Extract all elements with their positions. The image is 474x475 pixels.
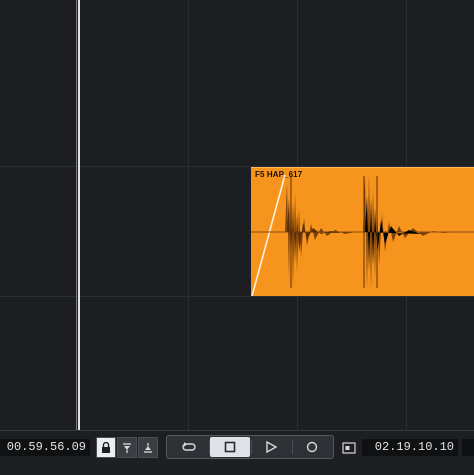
record-button[interactable] — [292, 437, 332, 457]
clip-name: F5 HAP_617 — [255, 170, 303, 179]
transport-controls — [166, 435, 334, 459]
playhead-shadow — [76, 0, 77, 430]
play-icon — [266, 441, 277, 453]
play-button[interactable] — [251, 437, 291, 457]
cycle-icon — [182, 442, 196, 451]
punch-out-icon — [144, 442, 152, 453]
punch-out-button[interactable] — [138, 437, 158, 458]
display-edge — [462, 439, 474, 456]
timecode-button[interactable] — [340, 437, 358, 458]
punch-in-button[interactable] — [117, 437, 137, 458]
arrange-area[interactable]: F5 HAP_617 — [0, 0, 474, 430]
lock-icon — [102, 441, 110, 453]
record-icon — [306, 441, 318, 453]
grid-line — [188, 0, 189, 430]
transport-bar: 00.59.56.09 02.19.10.10 — [0, 430, 474, 475]
cycle-button[interactable] — [169, 437, 209, 457]
fade-in-line — [251, 174, 286, 296]
clip-waveform — [251, 174, 474, 296]
timecode-icon — [342, 441, 356, 454]
position-display-left[interactable]: 00.59.56.09 — [0, 439, 90, 456]
audio-clip[interactable]: F5 HAP_617 — [251, 167, 474, 296]
stop-button[interactable] — [210, 437, 250, 457]
track-divider — [0, 296, 474, 297]
stop-icon — [224, 441, 236, 453]
lock-button[interactable] — [96, 437, 116, 458]
playhead[interactable] — [78, 0, 80, 430]
punch-in-icon — [123, 442, 131, 453]
position-display-right[interactable]: 02.19.10.10 — [362, 439, 458, 456]
